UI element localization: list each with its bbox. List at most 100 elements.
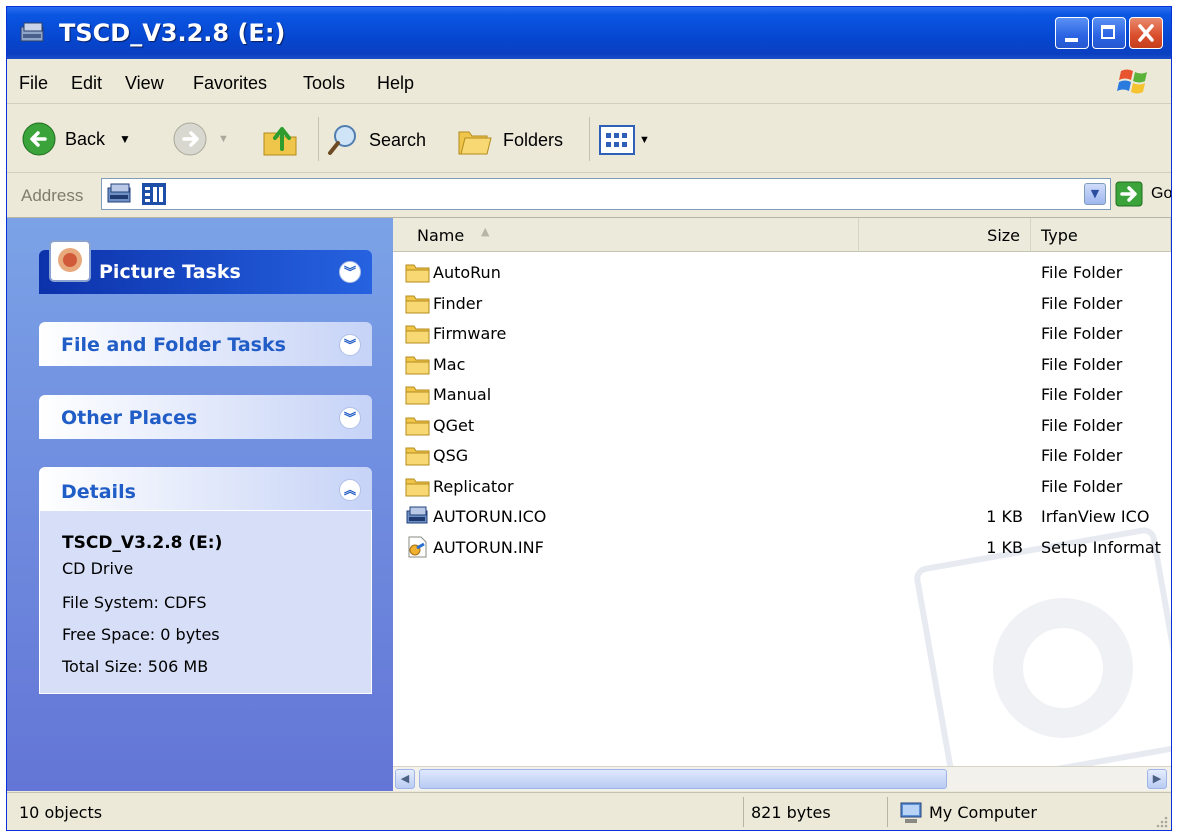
windows-logo-icon [1117, 69, 1147, 94]
views-dropdown-icon[interactable]: ▼ [639, 134, 650, 146]
picture-tasks-header[interactable]: Picture Tasks ︾ [39, 240, 372, 294]
menu-edit[interactable]: Edit [71, 73, 102, 94]
back-dropdown-icon[interactable]: ▼ [119, 132, 131, 146]
file-size: 1 KB [986, 537, 1023, 557]
cd-drive-icon [20, 22, 44, 42]
folder-icon [405, 383, 431, 409]
views-button[interactable]: ▼ [599, 125, 650, 155]
file-type: File Folder [1041, 263, 1123, 282]
status-location: My Computer [929, 803, 1037, 822]
menu-tools[interactable]: Tools [303, 73, 345, 94]
file-name: Manual [433, 385, 492, 404]
column-header-size[interactable]: Size [859, 218, 1031, 252]
file-row[interactable]: Finder File Folder [393, 289, 1171, 319]
minimize-icon [1065, 38, 1078, 42]
other-places-header[interactable]: Other Places ︾ [39, 395, 372, 439]
menu-view[interactable]: View [125, 73, 164, 94]
menu-favorites[interactable]: Favorites [193, 73, 267, 94]
file-name: QSG [433, 446, 469, 465]
column-header-name[interactable]: Name ▲ [393, 218, 859, 252]
file-row[interactable]: AUTORUN.INF 1 KB Setup Informat [393, 533, 1171, 563]
close-button[interactable] [1129, 17, 1163, 49]
column-header-type[interactable]: Type [1031, 218, 1171, 252]
file-row[interactable]: Firmware File Folder [393, 319, 1171, 349]
expand-chevron-icon[interactable]: ︾ [339, 334, 361, 356]
menu-file[interactable]: File [19, 73, 48, 94]
file-folder-tasks-header[interactable]: File and Folder Tasks ︾ [39, 322, 372, 366]
search-icon [328, 125, 356, 155]
expand-chevron-icon[interactable]: ︾ [339, 407, 361, 429]
picture-tasks-title: Picture Tasks [99, 261, 241, 283]
go-label: Go [1151, 185, 1172, 202]
collapse-chevron-icon[interactable]: ︽ [339, 479, 361, 501]
sort-ascending-icon: ▲ [481, 225, 490, 238]
file-name: AUTORUN.INF [433, 537, 544, 557]
toolbar-separator [318, 117, 319, 161]
other-places-title: Other Places [61, 407, 198, 429]
forward-dropdown-icon[interactable]: ▼ [218, 133, 229, 145]
file-type: File Folder [1041, 385, 1123, 404]
scroll-left-button[interactable]: ◀ [395, 769, 415, 789]
maximize-button[interactable] [1092, 17, 1126, 49]
up-folder-icon [263, 127, 297, 156]
status-separator [887, 797, 888, 827]
file-row[interactable]: AutoRun File Folder [393, 258, 1171, 288]
file-type: File Folder [1041, 293, 1123, 313]
address-dropdown-button[interactable]: ▼ [1084, 183, 1106, 205]
forward-button[interactable]: ▼ [172, 121, 229, 157]
cd-drive-icon [107, 183, 131, 203]
picture-tasks-icon [49, 240, 91, 282]
details-filesystem: File System: CDFS [62, 593, 207, 612]
details-header[interactable]: Details ︽ [39, 467, 372, 511]
menu-help[interactable]: Help [377, 73, 414, 94]
file-row[interactable]: QGet File Folder [393, 411, 1171, 441]
folder-icon [405, 444, 431, 470]
close-icon [1138, 24, 1154, 42]
maximize-icon [1101, 25, 1115, 39]
scroll-thumb[interactable] [419, 769, 947, 789]
horizontal-scrollbar[interactable]: ◀ ▶ [393, 766, 1171, 791]
minimize-button[interactable] [1055, 17, 1089, 49]
folders-label: Folders [503, 129, 564, 150]
file-row[interactable]: Replicator File Folder [393, 472, 1171, 502]
file-row[interactable]: Mac File Folder [393, 350, 1171, 380]
file-row[interactable]: QSG File Folder [393, 441, 1171, 471]
file-type: File Folder [1041, 324, 1123, 343]
status-size: 821 bytes [751, 803, 831, 822]
details-free-space: Free Space: 0 bytes [62, 625, 220, 644]
up-folder-button[interactable] [260, 119, 300, 159]
go-button[interactable]: Go [1115, 181, 1172, 207]
file-name: QGet [433, 415, 475, 435]
address-label: Address [21, 186, 84, 205]
details-total-size: Total Size: 506 MB [62, 657, 209, 676]
details-type: CD Drive [62, 559, 134, 578]
back-button[interactable]: Back ▼ [21, 121, 131, 157]
folder-icon [405, 475, 431, 501]
resize-grip-icon[interactable] [1153, 813, 1169, 829]
file-type: File Folder [1041, 354, 1123, 374]
file-row[interactable]: AUTORUN.ICO 1 KB IrfanView ICO [393, 502, 1171, 532]
my-computer-icon [900, 802, 922, 823]
file-row[interactable]: Manual File Folder [393, 380, 1171, 410]
views-icon [599, 125, 635, 155]
search-button[interactable]: Search [325, 122, 426, 158]
file-name: Finder [433, 293, 483, 313]
folder-icon [405, 322, 431, 348]
file-name: Replicator [433, 476, 514, 496]
folder-icon [405, 292, 431, 318]
address-input[interactable]: ▼ [101, 178, 1111, 210]
explorer-window: TSCD_V3.2.8 (E:) File Edit View Favorite… [6, 6, 1172, 831]
inf-file-icon [405, 536, 431, 562]
details-panel: TSCD_V3.2.8 (E:) CD Drive File System: C… [39, 510, 372, 694]
scroll-right-button[interactable]: ▶ [1147, 769, 1167, 789]
collapse-chevron-icon[interactable]: ︾ [339, 261, 361, 283]
title-bar[interactable]: TSCD_V3.2.8 (E:) [7, 7, 1171, 59]
details-name: TSCD_V3.2.8 (E:) [62, 533, 223, 553]
file-name: AutoRun [433, 263, 501, 282]
file-folder-tasks-title: File and Folder Tasks [61, 334, 286, 356]
file-name: AUTORUN.ICO [433, 507, 547, 526]
folders-button[interactable]: Folders [457, 122, 563, 158]
file-name: Firmware [433, 324, 507, 343]
status-separator [743, 797, 744, 827]
file-type: IrfanView ICO [1041, 507, 1150, 526]
